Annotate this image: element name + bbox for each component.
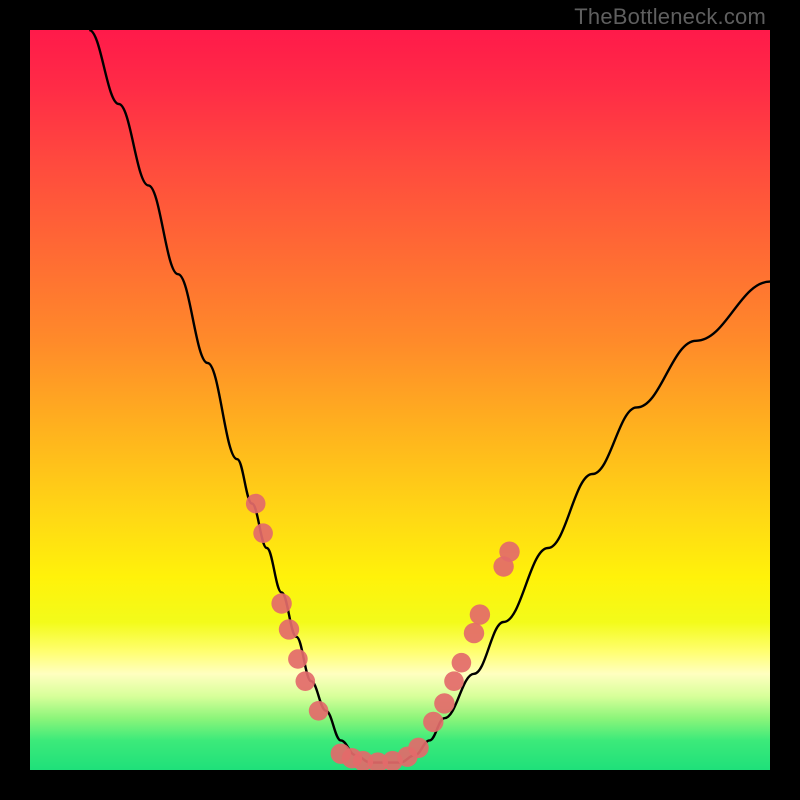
marker-dot [470, 604, 490, 624]
marker-dot [464, 623, 484, 643]
marker-dot [444, 671, 464, 691]
marker-dot [309, 701, 329, 721]
marker-dot [434, 693, 454, 713]
watermark-text: TheBottleneck.com [574, 4, 766, 30]
plot-area [30, 30, 770, 770]
chart-frame: TheBottleneck.com [0, 0, 800, 800]
curve-markers [246, 494, 520, 770]
marker-dot [279, 619, 299, 639]
marker-dot [253, 523, 273, 543]
marker-dot [423, 712, 443, 732]
marker-dot [499, 542, 519, 562]
bottleneck-curve [89, 30, 770, 763]
marker-dot [408, 738, 428, 758]
marker-dot [452, 653, 472, 673]
curve-layer [30, 30, 770, 770]
marker-dot [288, 649, 308, 669]
marker-dot [246, 494, 266, 514]
marker-dot [296, 671, 316, 691]
marker-dot [271, 593, 291, 613]
